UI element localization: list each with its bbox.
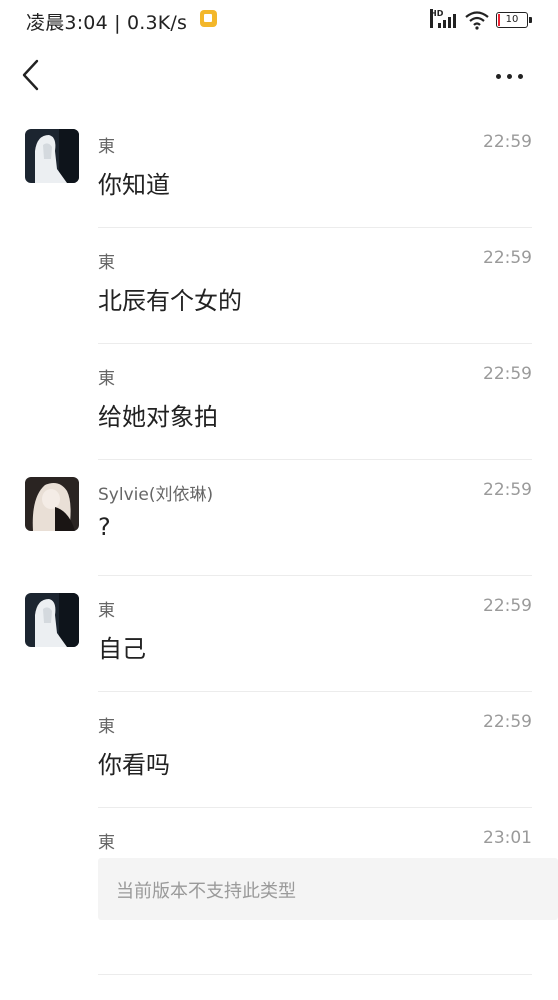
message-time: 22:59 (483, 132, 532, 152)
status-time-speed: 凌晨3:04 | 0.3K/s (26, 12, 188, 34)
sender-name: 東 (98, 833, 115, 853)
message-text[interactable]: 给她对象拍 (98, 397, 218, 432)
network-type: HD (430, 9, 443, 28)
battery-level: 10 (505, 14, 519, 25)
sender-name: 東 (98, 369, 115, 389)
avatar-dong[interactable] (25, 593, 79, 647)
message-time: 22:59 (483, 712, 532, 732)
message-text[interactable]: 你看吗 (98, 745, 170, 780)
message-row[interactable]: 東 22:59 你知道 (0, 112, 558, 228)
message-text[interactable]: 你知道 (98, 165, 170, 200)
message-row[interactable]: Sylvie(刘依琳) 22:59 ? (0, 460, 558, 576)
message-list: 東 22:59 你知道 東 22:59 北辰有个女的 東 22:59 给她对象拍… (0, 112, 558, 924)
message-time: 22:59 (483, 480, 532, 500)
top-nav (0, 42, 558, 112)
unsupported-text: 当前版本不支持此类型 (116, 881, 296, 902)
sender-name: 東 (98, 717, 115, 737)
message-text[interactable]: ? (98, 513, 111, 541)
avatar-sylvie[interactable] (25, 477, 79, 531)
chevron-left-icon[interactable] (18, 57, 48, 93)
status-icons: HD 10 (430, 8, 532, 32)
sender-name: Sylvie(刘依琳) (98, 485, 214, 505)
sender-name: 東 (98, 137, 115, 157)
unsupported-message[interactable]: 当前版本不支持此类型 (98, 858, 558, 920)
message-time: 22:59 (483, 364, 532, 384)
sender-name: 東 (98, 601, 115, 621)
message-time: 23:01 (483, 828, 532, 848)
message-row[interactable]: 東 23:01 当前版本不支持此类型 (0, 808, 558, 924)
message-time: 22:59 (483, 248, 532, 268)
status-bar: 凌晨3:04 | 0.3K/s HD 10 (0, 0, 558, 42)
message-text[interactable]: 自己 (98, 629, 146, 664)
message-text[interactable]: 北辰有个女的 (98, 281, 242, 316)
notification-icon (200, 10, 217, 27)
sender-name: 東 (98, 253, 115, 273)
message-time: 22:59 (483, 596, 532, 616)
more-dots-icon[interactable] (496, 68, 532, 84)
signal-icon: HD (430, 9, 458, 30)
avatar-dong[interactable] (25, 129, 79, 183)
message-row[interactable]: 東 22:59 你看吗 (0, 692, 558, 808)
battery-icon: 10 (496, 12, 532, 28)
wifi-icon (465, 11, 489, 30)
message-row[interactable]: 東 22:59 北辰有个女的 (0, 228, 558, 344)
message-row[interactable]: 東 22:59 给她对象拍 (0, 344, 558, 460)
message-row[interactable]: 東 22:59 自己 (0, 576, 558, 692)
divider (98, 974, 532, 975)
